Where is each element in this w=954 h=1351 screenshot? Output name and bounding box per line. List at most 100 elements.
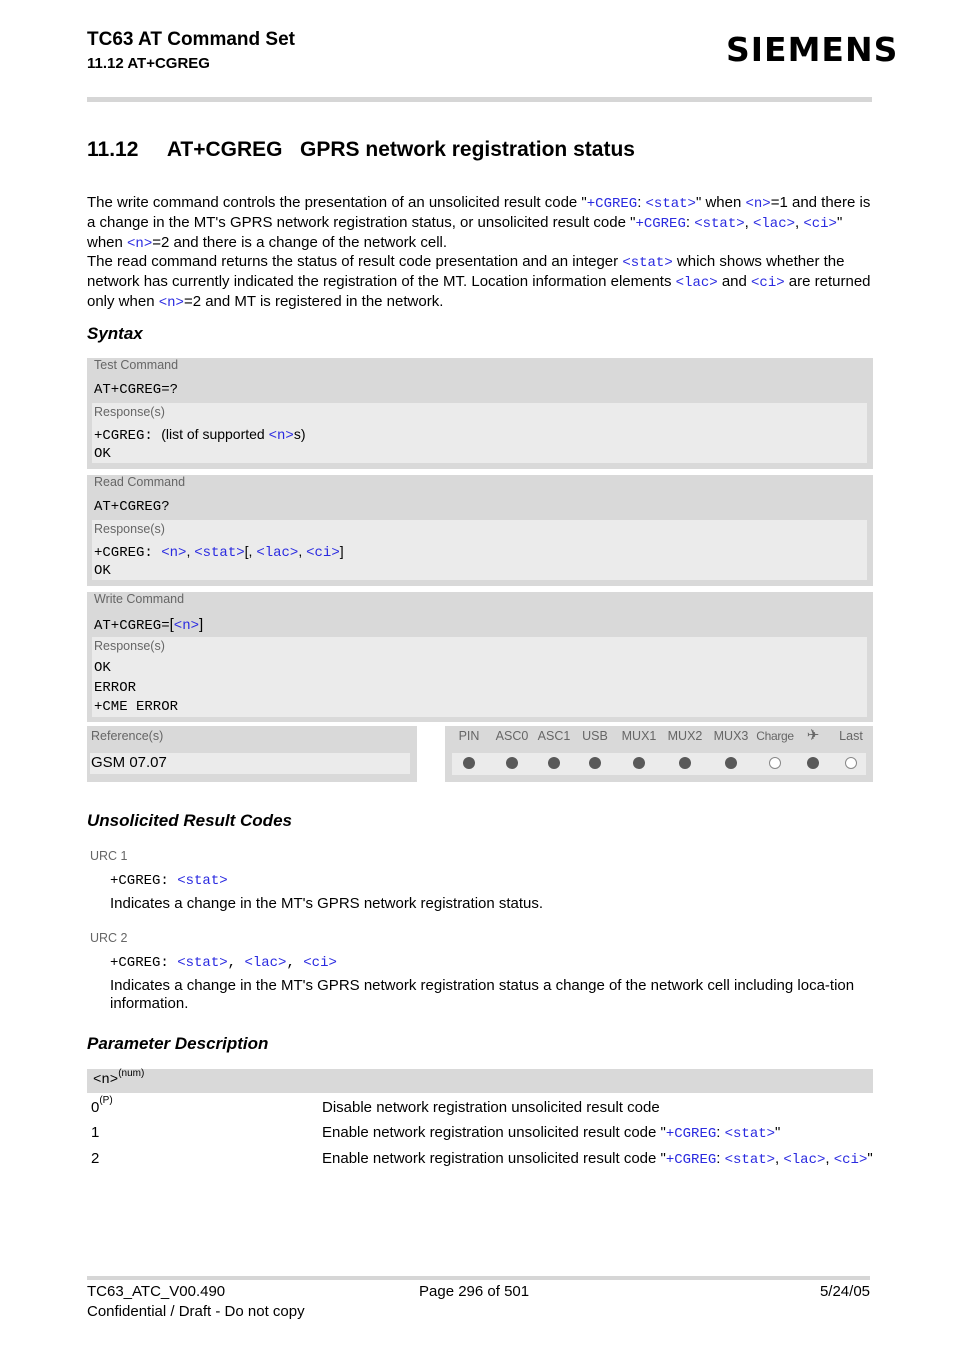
read-response-block: Response(s) +CGREG: <n>, <stat>[, <lac>,… <box>92 520 867 580</box>
param-link-stat[interactable]: <stat> <box>725 1152 775 1168</box>
param-link-lac[interactable]: <lac> <box>783 1152 825 1168</box>
text: " <box>867 1150 873 1167</box>
param-desc-1: Enable network registration unsolicited … <box>322 1124 873 1143</box>
footer-notice: Confidential / Draft - Do not copy <box>87 1303 305 1320</box>
param-link-lac[interactable]: <lac> <box>244 955 286 971</box>
write-command-label: Write Command <box>94 592 185 606</box>
urc1-description: Indicates a change in the MT's GPRS netw… <box>110 895 544 912</box>
response-prefix: +CGREG: <box>94 545 162 561</box>
response-label: Response(s) <box>94 639 165 653</box>
unsupported-dot-icon <box>845 757 857 769</box>
footer-date: 5/24/05 <box>819 1283 870 1300</box>
text: , <box>227 955 245 971</box>
param-link-lac[interactable]: <lac> <box>256 545 298 561</box>
availability-column-asc1: ASC1 <box>537 729 571 743</box>
availability-column-mux3: MUX3 <box>713 729 749 743</box>
param-link-n[interactable]: <n> <box>745 196 770 212</box>
param-link-stat[interactable]: <stat> <box>177 955 227 971</box>
text: The read command returns the status of r… <box>87 253 623 271</box>
param-link-ci[interactable]: <ci> <box>303 955 337 971</box>
param-link-stat[interactable]: <stat> <box>194 545 244 561</box>
read-command-label: Read Command <box>94 475 186 489</box>
param-link-stat[interactable]: <stat> <box>177 873 227 889</box>
availability-column-mux2: MUX2 <box>667 729 703 743</box>
response-label: Response(s) <box>94 522 165 536</box>
param-link-n[interactable]: <n> <box>159 295 184 311</box>
text: : <box>685 213 695 231</box>
footer-doc-id: TC63_ATC_V00.490 <box>87 1283 226 1300</box>
section-number: 11.12 <box>87 138 139 161</box>
response-prefix: +CGREG: <box>94 428 162 444</box>
text: , <box>744 213 753 231</box>
text: Enable network registration unsolicited … <box>322 1124 666 1141</box>
urc1-code: +CGREG: <stat> <box>110 873 228 889</box>
code-link-cgreg[interactable]: +CGREG <box>666 1126 716 1142</box>
text: " <box>775 1124 781 1141</box>
param-link-ci[interactable]: <ci> <box>751 275 785 291</box>
text: AT+CGREG= <box>94 618 170 634</box>
reference-label: Reference(s) <box>91 729 164 743</box>
text: , <box>825 1150 834 1167</box>
param-link-n[interactable]: <n> <box>269 428 294 444</box>
reference-block: Reference(s) GSM 07.07 <box>87 726 417 782</box>
siemens-logo: SIEMENS <box>726 30 899 69</box>
param-link-ci[interactable]: <ci> <box>834 1152 868 1168</box>
response-cme-error: +CME ERROR <box>94 699 179 715</box>
text: and <box>717 273 752 291</box>
parameter-heading: Parameter Description <box>87 1034 269 1053</box>
response-ok: OK <box>94 446 111 462</box>
write-command-block: Write Command AT+CGREG=[<n>] Response(s)… <box>87 592 873 722</box>
param-link-n[interactable]: <n> <box>127 236 152 252</box>
param-link-stat[interactable]: <stat> <box>725 1126 775 1142</box>
availability-column-asc0: ASC0 <box>495 729 529 743</box>
supported-dot-icon <box>807 757 819 769</box>
param-link-stat[interactable]: <stat> <box>646 196 696 212</box>
supported-dot-icon <box>506 757 518 769</box>
param-link-n[interactable]: <n> <box>161 545 186 561</box>
param-value-1: 1 <box>91 1124 100 1141</box>
text: , <box>286 955 304 971</box>
param-link-stat[interactable]: <stat> <box>622 255 672 271</box>
code-link-cgreg[interactable]: +CGREG <box>635 216 685 232</box>
urc1-label: URC 1 <box>90 849 128 863</box>
response-ok: OK <box>94 660 111 676</box>
param-value-2: 2 <box>91 1150 100 1167</box>
intro-text: The write command controls the presentat… <box>87 194 872 313</box>
urc-heading: Unsolicited Result Codes <box>87 811 292 830</box>
footer-divider <box>87 1276 870 1280</box>
availability-table: PIN ASC0 ASC1 USB MUX1 MUX2 MUX3 Charge ✈ Last <box>445 726 873 782</box>
text: +CGREG: <box>110 873 178 889</box>
availability-column-charge: Charge <box>756 729 794 743</box>
reference-value: GSM 07.07 <box>90 753 410 774</box>
param-link-lac[interactable]: <lac> <box>676 275 718 291</box>
section-command: AT+CGREG <box>166 138 283 161</box>
text: =2 and there is a change of the network … <box>152 233 448 251</box>
section-title: 11.12 AT+CGREG GPRS network registration… <box>87 138 635 162</box>
availability-column-usb: USB <box>582 729 608 743</box>
text: : <box>637 194 646 211</box>
param-link-lac[interactable]: <lac> <box>753 216 795 232</box>
read-command-syntax: AT+CGREG? <box>94 499 170 515</box>
param-link-ci[interactable]: <ci> <box>803 216 837 232</box>
param-link-stat[interactable]: <stat> <box>694 216 744 232</box>
param-desc-2: Enable network registration unsolicited … <box>322 1150 873 1169</box>
airplane-mode-icon: ✈ <box>806 727 820 744</box>
test-command-label: Test Command <box>94 358 179 372</box>
text: : <box>716 1124 725 1141</box>
urc2-code: +CGREG: <stat>, <lac>, <ci> <box>110 955 337 971</box>
param-desc-0: Disable network registration unsolicited… <box>322 1099 660 1116</box>
code-link-cgreg[interactable]: +CGREG <box>587 196 637 212</box>
text: ] <box>199 616 204 633</box>
text: [, <box>244 543 257 559</box>
param-link-n[interactable]: <n> <box>174 618 199 634</box>
code-link-cgreg[interactable]: +CGREG <box>666 1152 716 1168</box>
supported-dot-icon <box>589 757 601 769</box>
document-title: TC63 AT Command Set <box>87 29 295 50</box>
test-response-block: Response(s) +CGREG: (list of supported <… <box>92 403 867 463</box>
param-link-ci[interactable]: <ci> <box>306 545 340 561</box>
section-heading: GPRS network registration status <box>300 138 635 161</box>
read-response-line: +CGREG: <n>, <stat>[, <lac>, <ci>] <box>94 543 344 561</box>
text: , <box>298 543 307 559</box>
supported-dot-icon <box>679 757 691 769</box>
text: +CGREG: <box>110 955 178 971</box>
